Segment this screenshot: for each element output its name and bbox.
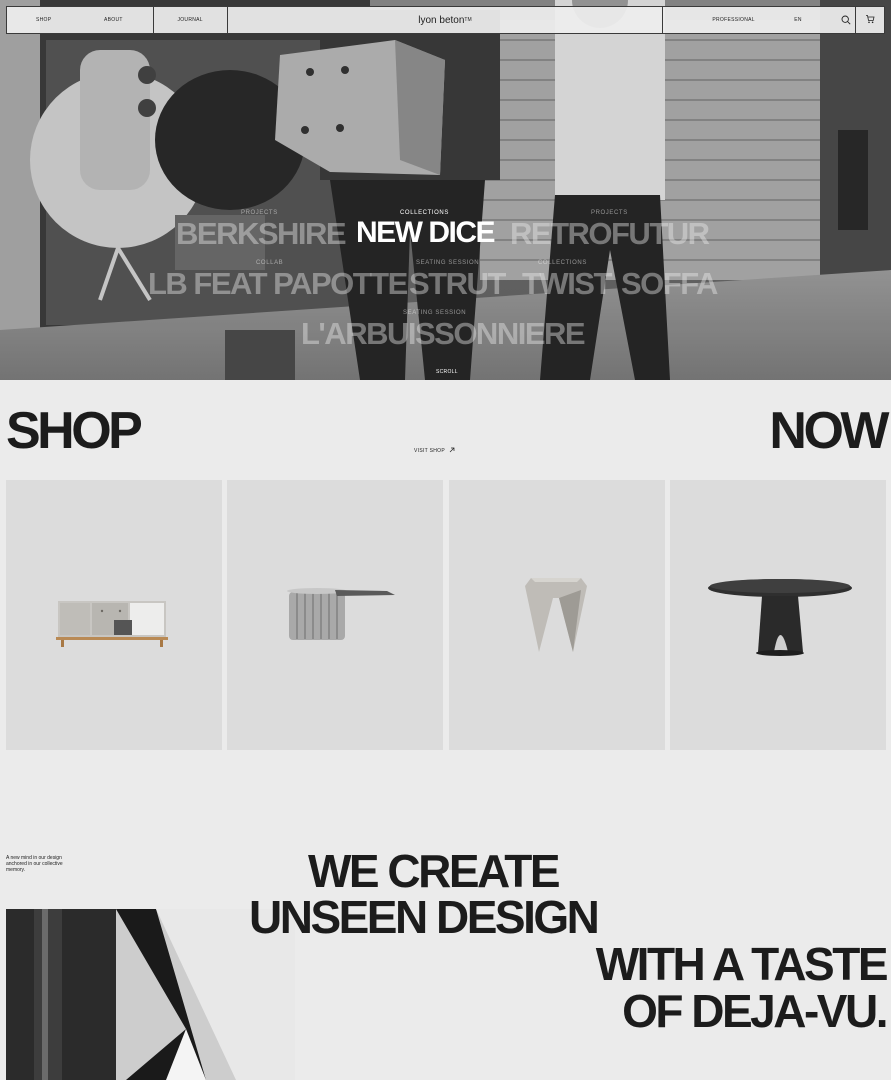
nav-about-link[interactable]: ABOUT xyxy=(104,17,123,23)
product-card-sideboard[interactable] xyxy=(6,480,222,750)
menu-item-lb-feat-papotte[interactable]: LB FEAT PAPOTTE xyxy=(148,266,408,302)
menu-item-twist[interactable]: TWIST xyxy=(522,266,612,302)
nav-shop-link[interactable]: SHOP xyxy=(36,17,51,23)
nav-journal-link[interactable]: JOURNAL xyxy=(177,17,202,23)
menu-item-strut[interactable]: STRUT xyxy=(409,266,506,302)
brand-name: lyon beton xyxy=(418,14,465,26)
visit-shop-link[interactable]: VISIT SHOP xyxy=(414,447,455,455)
arrow-up-right-icon xyxy=(449,447,455,455)
nav-professional-link[interactable]: PROFESSIONAL xyxy=(712,17,755,23)
menu-item-retrofutur[interactable]: RETROFUTUR xyxy=(510,216,710,252)
product-card-oval-table[interactable] xyxy=(670,480,886,750)
product-grid xyxy=(6,480,886,750)
stool-image xyxy=(525,578,587,652)
search-icon[interactable] xyxy=(841,15,851,25)
brand-logo[interactable]: lyon beton TM xyxy=(228,7,664,33)
cart-icon xyxy=(865,14,875,26)
sideboard-image xyxy=(56,601,168,647)
manifesto-line-1: WE CREATE xyxy=(308,845,561,897)
cart-button[interactable] xyxy=(856,7,884,33)
nav-left-group: SHOP ABOUT xyxy=(7,7,154,33)
scroll-indicator[interactable]: SCROLL xyxy=(436,369,458,375)
product-card-side-table[interactable] xyxy=(227,480,443,750)
menu-item-berkshire[interactable]: BERKSHIRE xyxy=(176,216,347,252)
top-nav: SHOP ABOUT JOURNAL lyon beton TM PROFESSI… xyxy=(6,6,885,34)
manifesto-line-3: WITH A TASTE xyxy=(595,938,889,990)
menu-item-new-dice[interactable]: NEW DICE xyxy=(356,216,496,250)
brand-trademark: TM xyxy=(464,17,472,23)
menu-item-soffa[interactable]: SOFFA xyxy=(621,266,718,302)
menu-item-larbuissonniere[interactable]: L'ARBUISSONNIERE xyxy=(301,316,586,352)
product-card-stool[interactable] xyxy=(449,480,665,750)
oval-table-image xyxy=(708,579,852,656)
manifesto-line-2: UNSEEN DESIGN xyxy=(249,891,600,943)
visit-shop-label: VISIT SHOP xyxy=(414,448,445,454)
manifesto-line-4: OF DEJA-VU. xyxy=(622,985,888,1037)
shop-heading: SHOP xyxy=(6,402,143,460)
nav-right-group: PROFESSIONAL EN xyxy=(663,7,857,33)
manifesto-note: A new mind in our design anchored in our… xyxy=(6,855,63,873)
nav-journal-cell: JOURNAL xyxy=(154,7,228,33)
hero-collection-menu: PROJECTS BERKSHIRE COLLECTIONS NEW DICE … xyxy=(0,200,891,352)
side-table-image xyxy=(287,588,395,640)
language-switch[interactable]: EN xyxy=(794,17,802,23)
now-heading: NOW xyxy=(769,402,889,460)
